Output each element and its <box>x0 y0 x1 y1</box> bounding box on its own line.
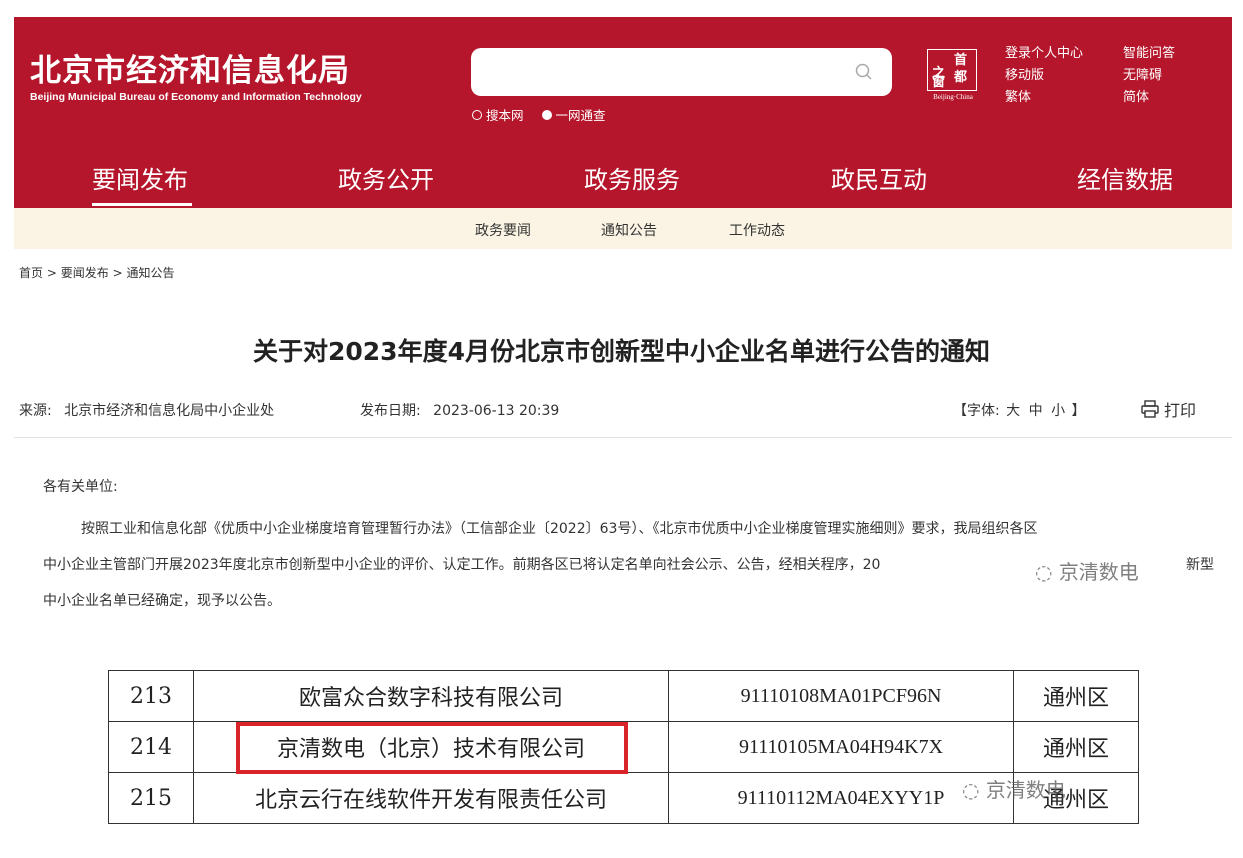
breadcrumb-separator: > <box>46 266 57 280</box>
nav-item-open-gov[interactable]: 政务公开 <box>338 160 434 195</box>
wechat-icon: ◌ <box>1035 560 1053 584</box>
font-size-label: 【字体: <box>953 403 1000 419</box>
date-label: 发布日期: <box>360 403 421 419</box>
font-size-large[interactable]: 大 <box>1006 403 1020 419</box>
smart-qa-link[interactable]: 智能问答 <box>1123 43 1175 65</box>
top-links-col2: 智能问答 无障碍 简体 <box>1123 43 1175 109</box>
search-scope-all-label: 一网通查 <box>555 108 606 123</box>
watermark-text: 京清数电 <box>1058 560 1139 584</box>
search-scope-site[interactable]: 搜本网 <box>472 105 524 124</box>
table-cell-no: 214 <box>108 721 194 773</box>
nav-item-services[interactable]: 政务服务 <box>584 160 680 195</box>
font-size-small[interactable]: 小 <box>1051 403 1065 419</box>
breadcrumb: 首页 > 要闻发布 > 通知公告 <box>19 264 174 281</box>
article-date: 发布日期: 2023-06-13 20:39 <box>360 400 559 420</box>
seal-subtitle: Beijing·China <box>933 93 973 101</box>
nav-item-news[interactable]: 要闻发布 <box>92 160 188 195</box>
simplified-link[interactable]: 简体 <box>1123 87 1175 109</box>
article-source: 来源: 北京市经济和信息化局中小企业处 <box>19 400 274 420</box>
nav-item-interaction[interactable]: 政民互动 <box>831 160 927 195</box>
table-cell-no: 213 <box>108 670 194 722</box>
site-logo-en[interactable]: Beijing Municipal Bureau of Economy and … <box>30 91 362 103</box>
font-size-medium[interactable]: 中 <box>1029 403 1043 419</box>
table-cell-name: 北京云行在线软件开发有限责任公司 <box>193 772 669 824</box>
search-scope-options: 搜本网 一网通查 <box>472 105 616 124</box>
paragraph-line: 中小企业主管部门开展2023年度北京市创新型中小企业的评价、认定工作。前期各区已… <box>43 557 881 573</box>
traditional-link[interactable]: 繁体 <box>1005 87 1083 109</box>
search-icon[interactable] <box>854 62 874 82</box>
breadcrumb-home[interactable]: 首页 <box>19 266 43 280</box>
accessibility-link[interactable]: 无障碍 <box>1123 65 1175 87</box>
print-label: 打印 <box>1164 401 1197 420</box>
subnav-item-gov-news[interactable]: 政务要闻 <box>475 220 531 240</box>
table-cell-code: 91110105MA04H94K7X <box>668 721 1014 773</box>
subnav-item-notices[interactable]: 通知公告 <box>601 220 657 240</box>
search-input[interactable] <box>471 48 892 96</box>
watermark: ◌ 京清数电 <box>1035 556 1139 585</box>
table-cell-district: 通州区 <box>1013 721 1139 773</box>
nav-item-data[interactable]: 经信数据 <box>1077 160 1173 195</box>
table-cell-district: 通州区 <box>1013 670 1139 722</box>
font-size-close: 】 <box>1071 403 1086 419</box>
mobile-link[interactable]: 移动版 <box>1005 65 1083 87</box>
paragraph-line-tail: 新型 <box>1186 557 1214 573</box>
breadcrumb-news[interactable]: 要闻发布 <box>61 266 109 280</box>
radio-checked-icon <box>541 109 552 120</box>
source-label: 来源: <box>19 403 52 419</box>
main-nav: 要闻发布 政务公开 政务服务 政民互动 经信数据 <box>14 145 1232 208</box>
subnav-item-work-updates[interactable]: 工作动态 <box>729 220 785 240</box>
wechat-icon: ◌ <box>962 778 980 802</box>
radio-unchecked-icon <box>472 109 482 120</box>
search-scope-site-label: 搜本网 <box>486 108 524 123</box>
login-link[interactable]: 登录个人中心 <box>1005 43 1083 65</box>
salutation: 各有关单位: <box>43 479 118 495</box>
printer-icon <box>1141 400 1159 418</box>
capital-window-logo[interactable]: 之 首 窗 都 Beijing·China <box>927 49 977 101</box>
article-title: 关于对2023年度4月份北京市创新型中小企业名单进行公告的通知 <box>253 337 990 366</box>
highlight-box <box>236 722 628 774</box>
breadcrumb-notices[interactable]: 通知公告 <box>126 266 174 280</box>
source-value: 北京市经济和信息化局中小企业处 <box>64 403 275 419</box>
meta-divider <box>14 437 1232 438</box>
paragraph-line: 中小企业名单已经确定，现予以公告。 <box>43 593 281 609</box>
site-logo-cn[interactable]: 北京市经济和信息化局 <box>30 45 350 90</box>
watermark: ◌ 京清数电 <box>962 774 1066 803</box>
search-scope-all[interactable]: 一网通查 <box>541 105 606 124</box>
table-row: 213 欧富众合数字科技有限公司 91110108MA01PCF96N 通州区 <box>108 670 1139 722</box>
seal-char: 窗 <box>932 75 946 90</box>
print-button[interactable]: 打印 <box>1140 397 1196 421</box>
paragraph-line: 按照工业和信息化部《优质中小企业梯度培育管理暂行办法》（工信部企业〔2022〕6… <box>81 521 1038 537</box>
site-header: 北京市经济和信息化局 Beijing Municipal Bureau of E… <box>14 17 1232 145</box>
nav-active-indicator <box>92 203 192 206</box>
table-cell-name: 欧富众合数字科技有限公司 <box>193 670 669 722</box>
seal-char: 首 <box>954 53 968 68</box>
table-cell-code: 91110108MA01PCF96N <box>668 670 1014 722</box>
table-cell-no: 215 <box>108 772 194 824</box>
top-links-col1: 登录个人中心 移动版 繁体 <box>1005 43 1083 109</box>
date-value: 2023-06-13 20:39 <box>433 403 560 419</box>
breadcrumb-separator: > <box>112 266 123 280</box>
font-size-switcher: 【字体: 大 中 小 】 <box>953 400 1086 420</box>
seal-char: 都 <box>954 70 968 85</box>
sub-nav: 政务要闻 通知公告 工作动态 <box>14 208 1232 249</box>
watermark-text: 京清数电 <box>985 778 1066 802</box>
